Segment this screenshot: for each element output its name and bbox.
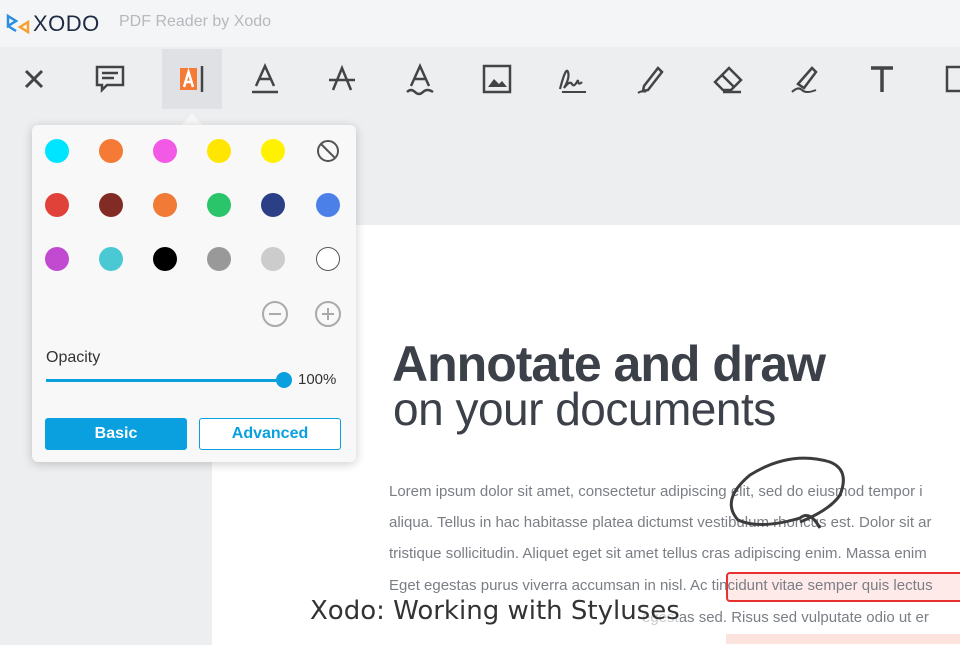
close-icon — [24, 69, 44, 89]
opacity-label: Opacity — [46, 349, 101, 366]
color-swatch[interactable] — [45, 193, 69, 217]
comment-icon — [95, 65, 125, 94]
opacity-slider[interactable] — [46, 379, 284, 382]
color-swatch[interactable] — [261, 193, 285, 217]
color-swatch[interactable] — [99, 247, 123, 271]
free-text-button[interactable] — [852, 49, 912, 109]
text-underline-icon — [252, 62, 278, 94]
underline-button[interactable] — [235, 49, 295, 109]
signature-button[interactable] — [543, 49, 603, 109]
text-strikeout-icon — [329, 64, 355, 91]
comment-button[interactable] — [80, 49, 140, 109]
decrease-button[interactable] — [261, 300, 289, 328]
highlight-annotation[interactable] — [726, 634, 960, 644]
color-swatch[interactable] — [207, 193, 231, 217]
xodo-logo: XODO — [6, 11, 100, 37]
image-button[interactable] — [467, 49, 527, 109]
freehand-highlight-icon — [791, 66, 818, 93]
no-color-swatch[interactable] — [316, 139, 340, 163]
color-swatch[interactable] — [99, 193, 123, 217]
color-swatch[interactable] — [261, 139, 285, 163]
logo-text: XODO — [33, 11, 100, 36]
pen-button[interactable] — [621, 49, 681, 109]
color-swatch[interactable] — [207, 139, 231, 163]
rectangle-button[interactable] — [930, 49, 960, 109]
annotation-toolbar — [0, 47, 960, 110]
opacity-slider-handle[interactable] — [276, 372, 292, 388]
advanced-tab-button[interactable]: Advanced — [199, 418, 341, 450]
doc-subheading: on your documents — [393, 383, 776, 435]
color-swatch[interactable] — [45, 247, 69, 271]
color-swatch[interactable] — [153, 193, 177, 217]
color-swatch[interactable] — [153, 139, 177, 163]
ink-annotation[interactable] — [720, 450, 860, 550]
doc-text-line: Eget egestas purus viverra accumsan in n… — [389, 577, 933, 594]
doc-text-line: egestas sed. Risus sed vulputate odio ut… — [642, 609, 929, 626]
strikeout-button[interactable] — [312, 49, 372, 109]
eraser-icon — [713, 66, 743, 94]
image-icon — [482, 64, 512, 94]
text-squiggly-icon — [406, 62, 434, 96]
text-highlight-button[interactable] — [162, 49, 222, 109]
text-highlight-icon — [180, 66, 204, 92]
video-caption: Xodo: Working with Styluses — [310, 596, 680, 626]
color-swatch[interactable] — [153, 247, 177, 271]
color-swatch[interactable] — [45, 139, 69, 163]
xodo-logo-icon — [6, 13, 30, 35]
basic-tab-button[interactable]: Basic — [45, 418, 187, 450]
close-button[interactable] — [4, 49, 64, 109]
color-swatch[interactable] — [316, 193, 340, 217]
opacity-value: 100% — [298, 371, 337, 388]
increase-button[interactable] — [314, 300, 342, 328]
freehand-pen-icon — [637, 66, 664, 94]
app-subtitle: PDF Reader by Xodo — [119, 13, 272, 30]
style-picker-popup — [32, 125, 356, 462]
highlighter-button[interactable] — [775, 49, 835, 109]
color-swatch[interactable] — [99, 139, 123, 163]
title-bar: XODO PDF Reader by Xodo — [0, 0, 960, 47]
no-color-icon — [317, 140, 339, 162]
color-swatch[interactable] — [261, 247, 285, 271]
free-text-icon — [871, 66, 893, 92]
color-swatch[interactable] — [316, 247, 340, 271]
color-swatch[interactable] — [207, 247, 231, 271]
squiggly-button[interactable] — [390, 49, 450, 109]
signature-icon — [558, 69, 586, 93]
rectangle-icon — [945, 65, 960, 93]
eraser-button[interactable] — [698, 49, 758, 109]
